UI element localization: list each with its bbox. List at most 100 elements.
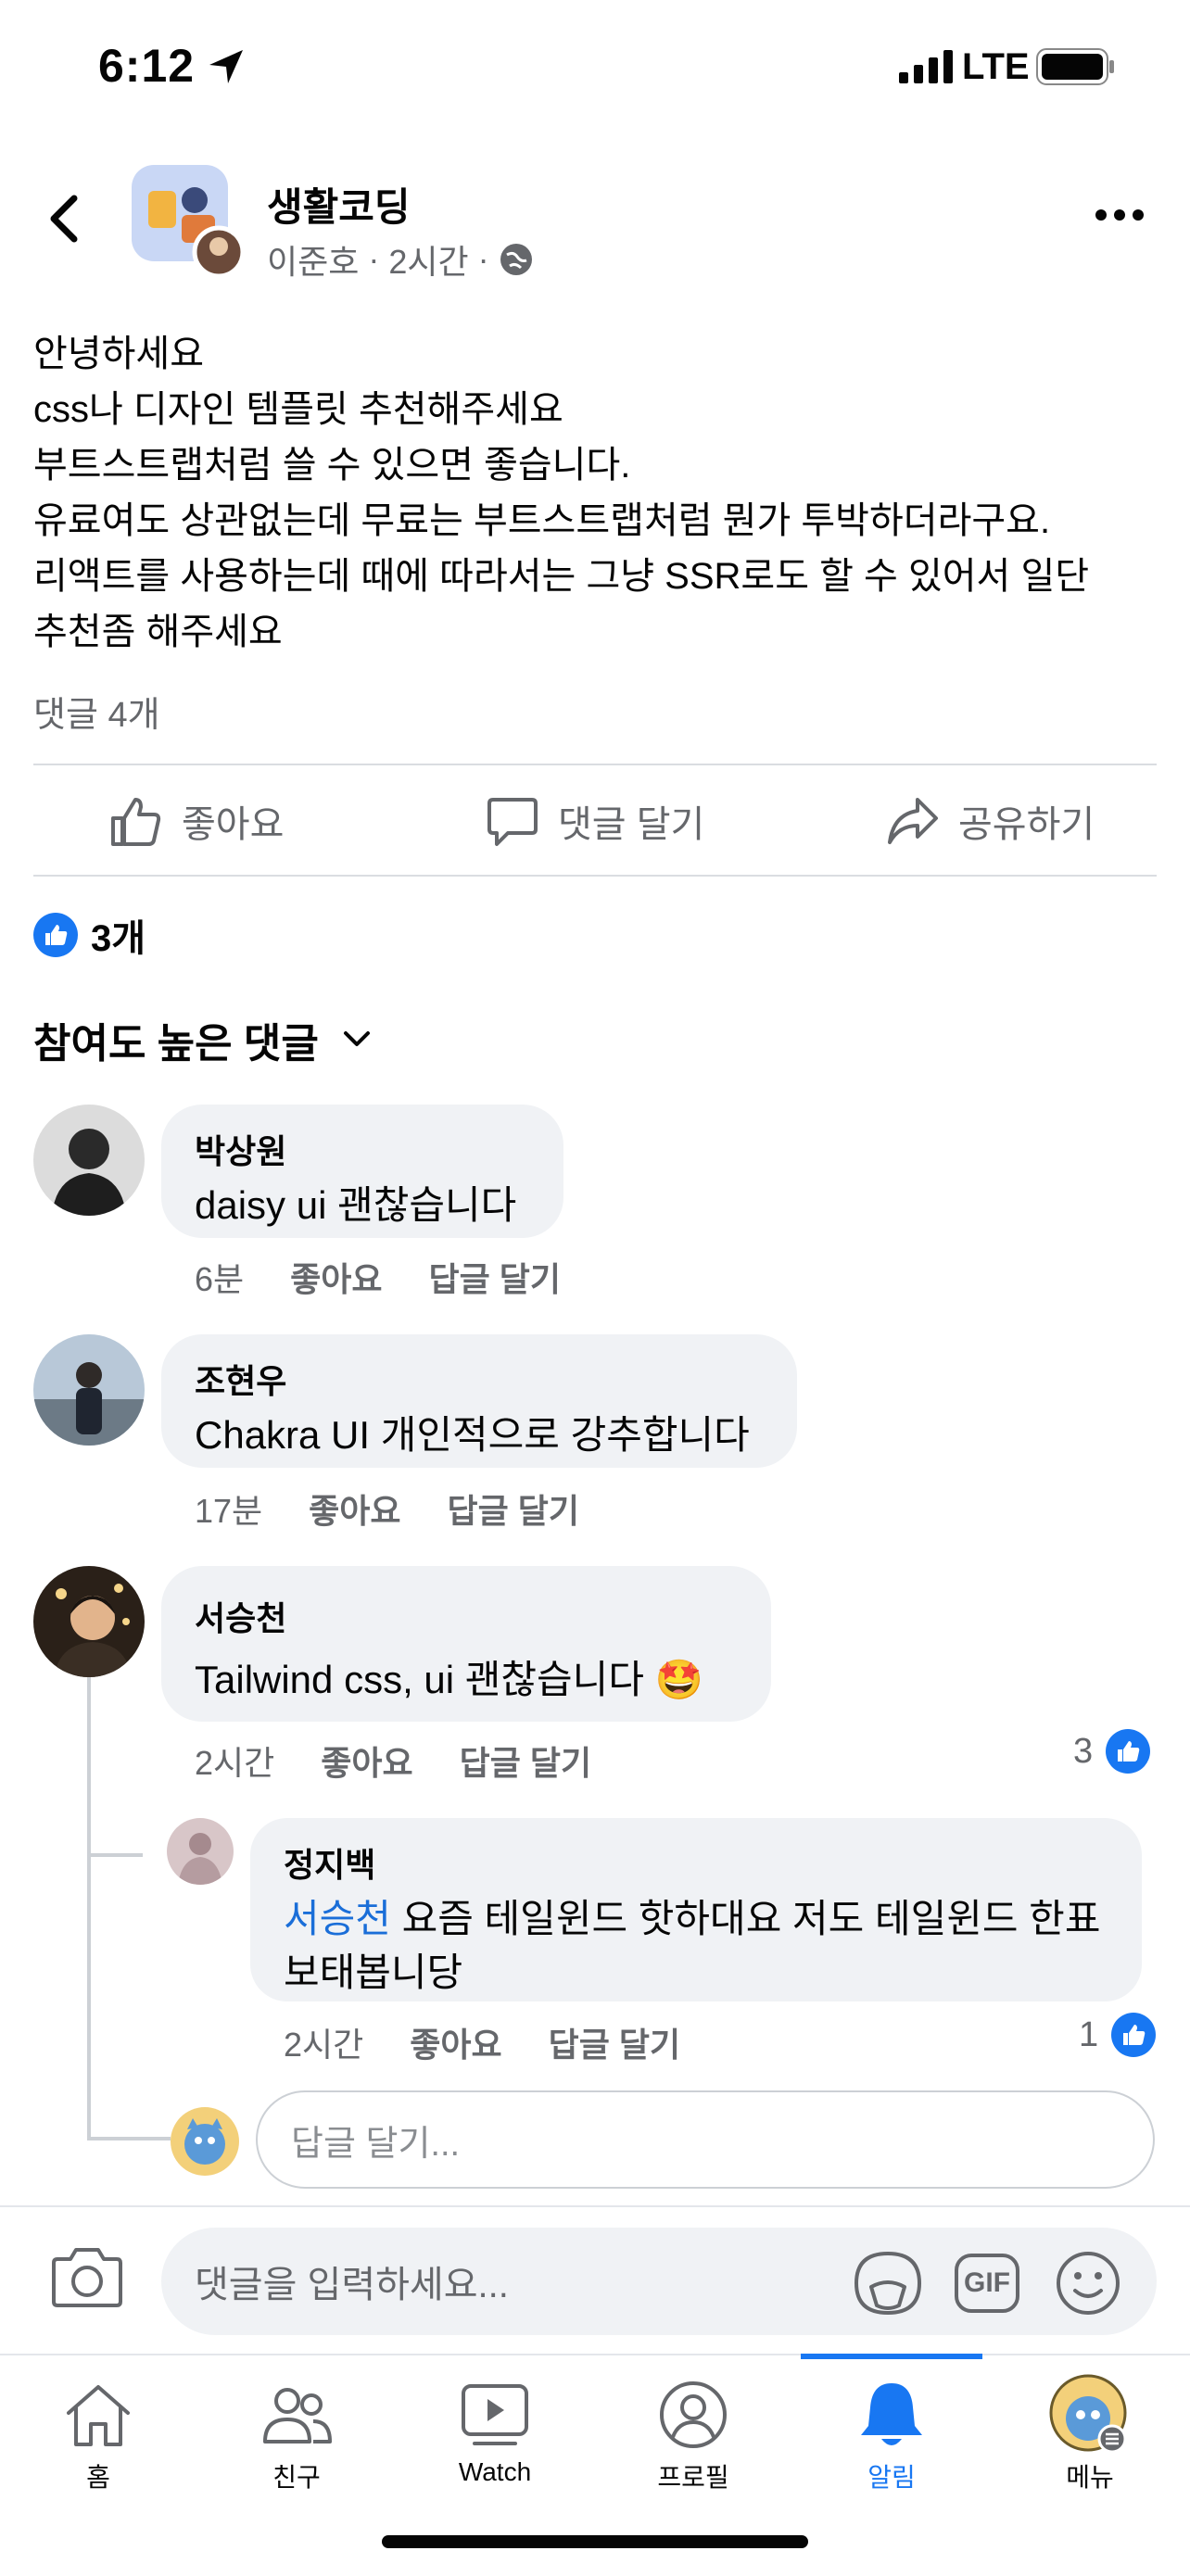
tab-watch[interactable]: Watch xyxy=(402,2372,588,2487)
comment-label: 댓글 달기 xyxy=(558,804,705,845)
like-reaction-icon xyxy=(33,913,78,957)
meta-separator: · xyxy=(368,240,380,278)
comment-time: 2시간 xyxy=(284,2026,364,2064)
comment-like-button[interactable]: 좋아요 xyxy=(321,1736,412,1785)
comment-bubble[interactable]: 조현우 Chakra UI 개인적으로 강추합니다 xyxy=(161,1334,797,1468)
status-time: 6:12 xyxy=(98,40,196,92)
comment-bubble[interactable]: 서승천 Tailwind css, ui 괜찮습니다 🤩 xyxy=(161,1566,771,1722)
reply-input[interactable]: 답글 달기... xyxy=(256,2090,1155,2189)
comment-reply-button[interactable]: 답글 달기 xyxy=(448,1484,579,1533)
thumbs-up-icon xyxy=(111,798,161,846)
reaction-summary[interactable]: 3개 xyxy=(33,908,146,962)
comment-count[interactable]: 댓글 4개 xyxy=(33,686,160,737)
share-button[interactable]: 공유하기 xyxy=(886,784,1095,858)
divider xyxy=(33,875,1157,877)
reaction-count: 1 xyxy=(1079,2014,1099,2054)
avatar-sticker-icon[interactable] xyxy=(853,2250,923,2317)
more-options-icon[interactable] xyxy=(1094,206,1146,224)
comment-bubble[interactable]: 박상원 daisy ui 괜찮습니다 xyxy=(161,1105,563,1238)
profile-icon xyxy=(660,2381,727,2448)
tab-home[interactable]: 홈 xyxy=(6,2372,191,2494)
tab-menu[interactable]: 메뉴 xyxy=(997,2372,1183,2494)
signal-icon xyxy=(899,50,953,83)
home-icon xyxy=(67,2385,130,2446)
avatar[interactable] xyxy=(33,1566,145,1677)
home-indicator[interactable] xyxy=(382,2535,808,2548)
avatar[interactable] xyxy=(33,1334,145,1446)
network-type: LTE xyxy=(962,46,1030,87)
post-meta: 이준호 · 2시간 · xyxy=(267,235,534,284)
bell-icon xyxy=(861,2383,922,2445)
camera-icon[interactable] xyxy=(52,2246,122,2307)
thread-line xyxy=(87,1853,143,1857)
globe-icon xyxy=(500,244,532,275)
friends-icon xyxy=(263,2388,332,2443)
comment-text: daisy ui 괜찮습니다 xyxy=(195,1183,517,1227)
chevron-down-icon xyxy=(343,1031,370,1046)
emoji-icon[interactable] xyxy=(1055,2250,1121,2317)
tab-label: 친구 xyxy=(272,2463,321,2492)
tab-notifications[interactable]: 알림 xyxy=(799,2372,984,2494)
tab-label: 메뉴 xyxy=(1066,2463,1114,2492)
avatar[interactable] xyxy=(33,1105,145,1216)
like-label: 좋아요 xyxy=(182,804,285,845)
reply-text: 요즘 테일윈드 핫하대요 저도 테일윈드 한표 보태봅니당 xyxy=(284,1897,1101,1994)
comment-reply-button[interactable]: 답글 달기 xyxy=(460,1736,591,1785)
group-avatar[interactable] xyxy=(130,163,246,279)
tab-profile[interactable]: 프로필 xyxy=(601,2372,786,2494)
thread-line xyxy=(87,2137,171,2140)
post-text: 안녕하세요 css나 디자인 템플릿 추천해주세요 부트스트랩처럼 쓸 수 있으… xyxy=(33,334,1090,652)
comment-reply-button[interactable]: 답글 달기 xyxy=(429,1253,561,1301)
divider xyxy=(33,764,1157,765)
tab-label: Watch xyxy=(458,2457,532,2486)
location-arrow-icon xyxy=(209,50,243,83)
meta-separator: · xyxy=(477,240,489,278)
like-reaction-icon xyxy=(1106,1729,1151,1774)
share-icon xyxy=(888,798,938,844)
like-button[interactable]: 좋아요 xyxy=(109,784,284,858)
reaction-count: 3개 xyxy=(91,918,146,959)
reply-bubble[interactable]: 정지백 서승천 요즘 테일윈드 핫하대요 저도 테일윈드 한표 보태봅니당 xyxy=(250,1818,1142,2001)
comment-time: 6분 xyxy=(195,1260,245,1298)
tab-label: 프로필 xyxy=(657,2463,729,2492)
tab-friends[interactable]: 친구 xyxy=(204,2372,389,2494)
avatar[interactable] xyxy=(167,1818,234,1885)
share-label: 공유하기 xyxy=(958,804,1095,845)
commenter-name[interactable]: 서승천 xyxy=(195,1592,738,1640)
comment-sort-dropdown[interactable]: 참여도 높은 댓글 xyxy=(33,1010,371,1069)
tab-label: 알림 xyxy=(867,2463,916,2492)
group-name[interactable]: 생활코딩 xyxy=(267,176,411,233)
comment-icon xyxy=(487,798,538,846)
gif-button[interactable]: GIF xyxy=(955,2254,1019,2313)
sort-label: 참여도 높은 댓글 xyxy=(33,1021,319,1067)
comment-actions: 2시간 좋아요 답글 달기 xyxy=(195,1736,591,1785)
reply-actions: 2시간 좋아요 답글 달기 xyxy=(284,2018,680,2066)
menu-avatar-icon xyxy=(1049,2374,1127,2454)
comment-time: 17분 xyxy=(195,1492,263,1530)
mention-link[interactable]: 서승천 xyxy=(284,1897,391,1940)
user-avatar xyxy=(171,2107,239,2176)
comment-actions: 17분 좋아요 답글 달기 xyxy=(195,1484,579,1533)
watch-icon xyxy=(462,2384,528,2445)
comment-actions: 6분 좋아요 답글 달기 xyxy=(195,1253,561,1301)
back-icon[interactable] xyxy=(37,182,93,256)
post-time[interactable]: 2시간 xyxy=(388,235,468,284)
comment-text: Chakra UI 개인적으로 강추합니다 xyxy=(195,1413,750,1457)
comment-button[interactable]: 댓글 달기 xyxy=(486,784,704,858)
comment-time: 2시간 xyxy=(195,1744,275,1782)
commenter-name[interactable]: 박상원 xyxy=(195,1125,530,1173)
comment-like-button[interactable]: 좋아요 xyxy=(410,2018,501,2066)
comment-reaction[interactable]: 3 xyxy=(1073,1729,1151,1774)
commenter-name[interactable]: 조현우 xyxy=(195,1355,764,1403)
author-name[interactable]: 이준호 xyxy=(267,235,359,284)
comment-like-button[interactable]: 좋아요 xyxy=(290,1253,382,1301)
active-tab-indicator xyxy=(801,2354,982,2359)
comment-reply-button[interactable]: 답글 달기 xyxy=(549,2018,680,2066)
reaction-count: 3 xyxy=(1073,1731,1094,1771)
comment-like-button[interactable]: 좋아요 xyxy=(309,1484,400,1533)
comment-reaction[interactable]: 1 xyxy=(1079,2013,1157,2057)
thread-line xyxy=(87,1677,91,2139)
commenter-name[interactable]: 정지백 xyxy=(284,1838,1108,1887)
tab-label: 홈 xyxy=(86,2463,110,2492)
like-reaction-icon xyxy=(1111,2013,1157,2057)
